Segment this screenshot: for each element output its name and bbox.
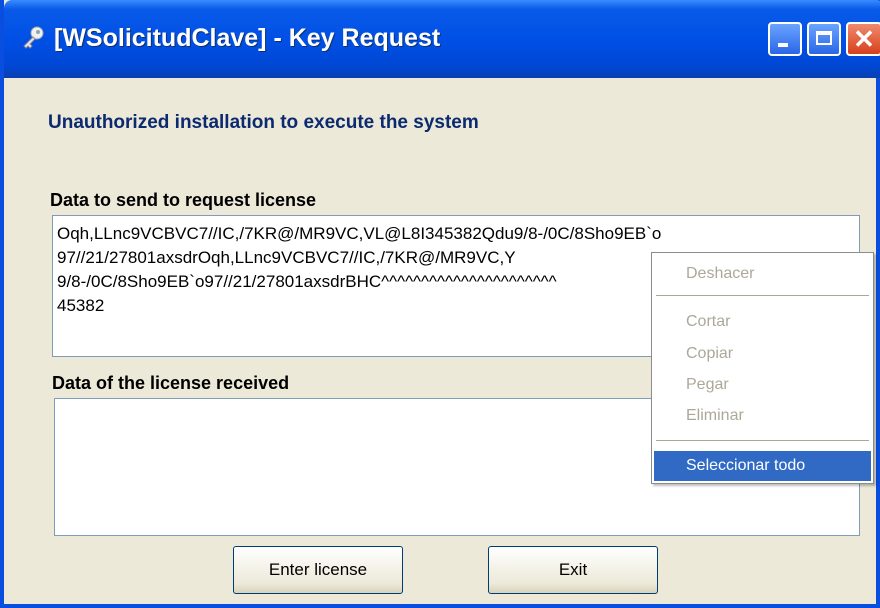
menu-item-select-all[interactable]: Seleccionar todo	[654, 451, 871, 481]
minimize-icon	[778, 43, 788, 47]
key-request-window: [WSolicitudClave] - Key Request ✕ Unauth…	[0, 0, 880, 608]
menu-item-delete[interactable]: Eliminar	[654, 401, 871, 431]
enter-license-button[interactable]: Enter license	[233, 546, 403, 594]
exit-button[interactable]: Exit	[488, 546, 658, 594]
close-icon: ✕	[853, 24, 875, 54]
menu-item-undo[interactable]: Deshacer	[654, 259, 871, 289]
menu-item-paste[interactable]: Pegar	[654, 370, 871, 400]
menu-separator	[656, 295, 869, 296]
received-license-label: Data of the license received	[52, 373, 290, 393]
key-app-icon	[23, 26, 44, 49]
window-title: [WSolicitudClave] - Key Request	[54, 24, 441, 52]
minimize-button[interactable]	[768, 22, 802, 56]
maximize-icon	[816, 31, 832, 45]
send-data-label: Data to send to request license	[50, 190, 317, 210]
menu-separator	[656, 440, 869, 441]
close-button[interactable]: ✕	[846, 22, 880, 56]
title-bar[interactable]: [WSolicitudClave] - Key Request ✕	[4, 0, 880, 78]
warning-heading: Unauthorized installation to execute the…	[48, 112, 479, 133]
maximize-button[interactable]	[807, 22, 841, 56]
menu-item-copy[interactable]: Copiar	[654, 339, 871, 369]
context-menu: Deshacer Cortar Copiar Pegar Eliminar Se…	[651, 252, 874, 484]
menu-item-cut[interactable]: Cortar	[654, 307, 871, 337]
